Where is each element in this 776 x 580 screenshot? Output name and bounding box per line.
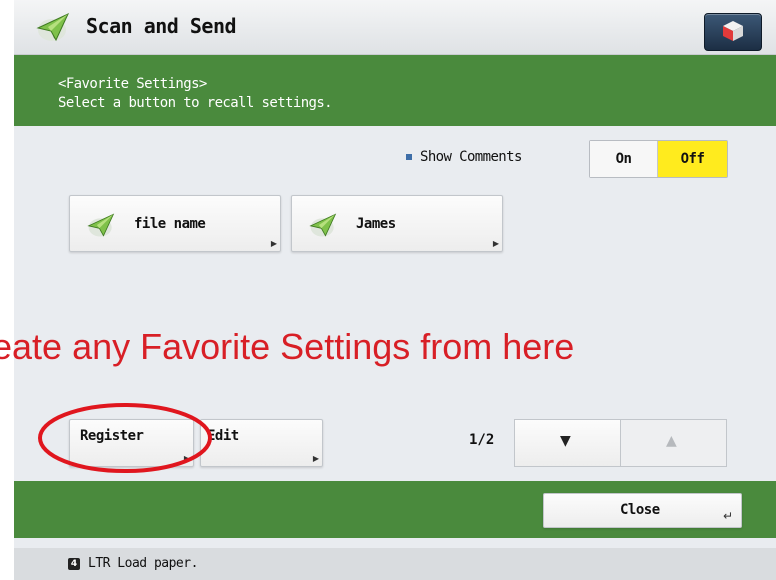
favorite-button-james[interactable]: James ▶ <box>291 195 503 252</box>
status-bar: 4 LTR Load paper. <box>14 548 776 580</box>
show-comments-text: Show Comments <box>420 149 522 165</box>
show-comments-label: Show Comments <box>406 149 522 165</box>
home-button[interactable] <box>704 13 762 51</box>
page-title: Scan and Send <box>86 14 237 38</box>
triangle-right-icon: ▶ <box>492 239 499 248</box>
close-label: Close <box>620 502 660 518</box>
return-arrow-icon: ↵ <box>722 509 733 523</box>
triangle-right-icon: ▶ <box>312 454 319 463</box>
favorite-label: file name <box>134 216 206 232</box>
instruction-text: Select a button to recall settings. <box>58 95 333 111</box>
page-down-button[interactable]: ▼ <box>515 420 621 466</box>
section-heading: <Favorite Settings> <box>58 76 207 92</box>
page-up-button[interactable]: ▲ <box>621 420 726 466</box>
page-indicator: 1/2 <box>469 432 495 448</box>
scan-and-send-screen: Scan and Send <Favorite Settings> Select… <box>14 0 776 580</box>
comments-on-button[interactable]: On <box>590 141 658 177</box>
triangle-down-icon: ▼ <box>560 433 571 449</box>
close-button[interactable]: Close ↵ <box>543 493 742 528</box>
comments-off-button[interactable]: Off <box>658 141 727 177</box>
paper-plane-icon <box>34 10 72 44</box>
favorite-button-file-name[interactable]: file name ▶ <box>69 195 281 252</box>
favorite-label: James <box>356 216 396 232</box>
page-navigation: ▼ ▲ <box>514 419 727 467</box>
paper-drawer-icon: 4 <box>68 558 80 570</box>
status-message: LTR Load paper. <box>88 556 198 571</box>
bullet-icon <box>406 154 412 160</box>
header-bar: Scan and Send <box>14 0 776 55</box>
paper-plane-icon <box>309 213 337 237</box>
annotation-text: eate any Favorite Settings from here <box>0 326 575 367</box>
instruction-band: <Favorite Settings> Select a button to r… <box>14 55 776 126</box>
edit-button[interactable]: Edit ▶ <box>200 419 323 467</box>
show-comments-toggle: On Off <box>589 140 728 178</box>
cube-home-icon <box>723 21 743 41</box>
annotation-oval <box>38 403 212 473</box>
triangle-right-icon: ▶ <box>270 239 277 248</box>
paper-plane-icon <box>87 213 115 237</box>
triangle-up-icon: ▲ <box>666 433 677 449</box>
